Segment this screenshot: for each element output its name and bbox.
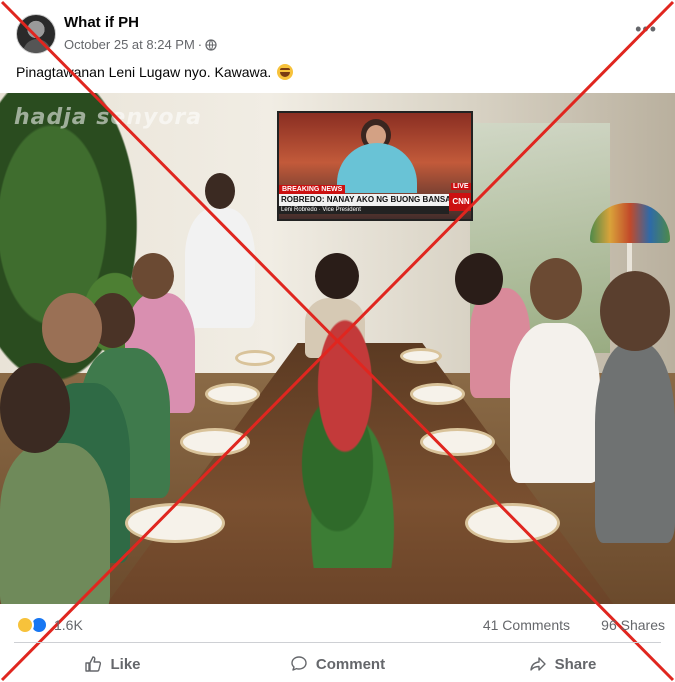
post-caption: Pinagtawanan Leni Lugaw nyo. Kawawa.	[16, 64, 294, 80]
page-name[interactable]: What if PH	[64, 14, 139, 31]
share-button[interactable]: Share	[450, 646, 675, 682]
photo-person	[510, 323, 600, 483]
tv-live-badge: LIVE	[451, 183, 471, 190]
photo-plate	[400, 348, 442, 364]
post-stats: 1.6K 41 Comments 96 Shares	[0, 608, 675, 640]
globe-icon	[205, 38, 217, 51]
photo-plate	[180, 428, 250, 456]
share-icon	[529, 657, 546, 671]
reactions-summary[interactable]: 1.6K	[16, 616, 83, 634]
tv-headline: ROBREDO: NANAY AKO NG BUONG BANSA	[279, 194, 449, 206]
photo-plate	[125, 503, 225, 543]
post-actions: Like Comment Share	[0, 646, 675, 682]
caption-text: Pinagtawanan Leni Lugaw nyo. Kawawa.	[16, 64, 272, 80]
photo-person-head	[132, 253, 174, 299]
share-label: Share	[554, 655, 597, 673]
photo-tv: BREAKING NEWS ROBREDO: NANAY AKO NG BUON…	[277, 111, 473, 221]
haha-reaction-icon	[16, 616, 34, 634]
tv-breaking-label: BREAKING NEWS	[279, 185, 346, 194]
like-label: Like	[110, 655, 141, 673]
photo-person	[185, 208, 255, 328]
laughing-emoji-icon	[277, 64, 294, 80]
photo-person-head	[205, 173, 235, 209]
actions-divider	[14, 642, 661, 643]
post-meta: October 25 at 8:24 PM ·	[64, 37, 217, 52]
photo-watermark: hadja senyora	[14, 105, 203, 130]
photo-person-head	[0, 363, 70, 453]
comment-icon	[291, 656, 307, 671]
photo-person-head	[600, 271, 670, 351]
meta-separator: ·	[197, 37, 203, 52]
photo-plate	[420, 428, 495, 456]
tv-network-logo: CNN	[449, 193, 471, 211]
facebook-post: What if PH October 25 at 8:24 PM · ••• P…	[0, 0, 675, 682]
photo-person-head	[530, 258, 582, 320]
photo-plate	[205, 383, 260, 405]
comment-button[interactable]: Comment	[225, 646, 450, 682]
photo-plate	[235, 350, 275, 366]
photo-person-head	[42, 293, 102, 363]
comments-count[interactable]: 41 Comments	[483, 617, 570, 633]
post-timestamp[interactable]: October 25 at 8:24 PM	[64, 37, 195, 52]
photo-plate	[465, 503, 560, 543]
photo-plate	[410, 383, 465, 405]
post-header: What if PH October 25 at 8:24 PM · •••	[0, 0, 675, 62]
shares-count[interactable]: 96 Shares	[601, 617, 665, 633]
post-photo[interactable]: hadja senyora BREAKING NEWS ROBREDO: NAN…	[0, 93, 675, 604]
photo-centerpiece	[270, 308, 420, 568]
photo-person-head	[315, 253, 359, 299]
tv-subline: Leni Robredo · Vice President	[279, 206, 449, 214]
like-button[interactable]: Like	[0, 646, 225, 682]
photo-person-head	[455, 253, 503, 305]
reaction-count: 1.6K	[54, 617, 83, 633]
photo-person	[0, 443, 110, 604]
thumbs-up-icon	[85, 656, 102, 672]
photo-person	[595, 343, 675, 543]
page-avatar[interactable]	[16, 14, 56, 54]
comment-label: Comment	[315, 655, 386, 673]
more-options-icon[interactable]: •••	[635, 20, 657, 38]
